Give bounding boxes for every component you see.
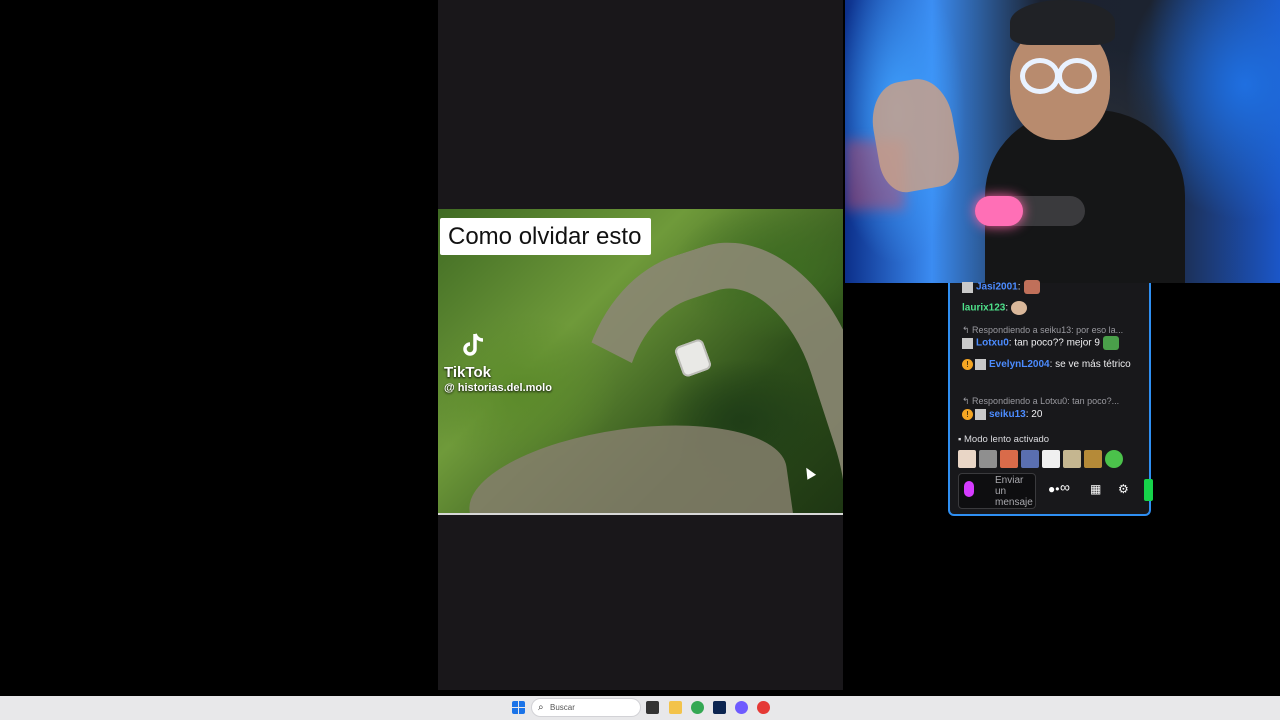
- pepe-emote-icon: [1102, 336, 1119, 350]
- chat-message: Lotxu0: tan poco?? mejor 9: [962, 336, 1143, 351]
- cat-emote-icon: [1011, 301, 1028, 315]
- chat-username[interactable]: Lotxu0: [976, 338, 1009, 349]
- sub-badge-icon: [962, 337, 973, 349]
- chat-username[interactable]: seiku13: [989, 409, 1026, 420]
- viewer-avatars: [958, 450, 1123, 468]
- avatar[interactable]: [1084, 450, 1102, 468]
- chat-message: ! seiku13: 20: [962, 408, 1143, 422]
- chat-message: ! EvelynL2004: se ve más tétrico: [962, 358, 1143, 372]
- photoshop-icon[interactable]: [713, 701, 726, 714]
- tiktok-icon: [463, 333, 484, 356]
- emote-icon: [1023, 280, 1040, 294]
- messenger-icon[interactable]: [735, 701, 748, 714]
- chat-text: : 20: [1025, 409, 1043, 420]
- reply-hint-text: Respondiendo a Lotxu0: tan poco?...: [972, 396, 1120, 406]
- chat-input-row: Enviar un mensaje ●• ∞ ▦ ⚙: [958, 473, 1153, 509]
- chat-panel[interactable]: Jasi2001: laurix123: ↰ Respondiendo a se…: [948, 280, 1153, 516]
- gear-icon[interactable]: ⚙: [1118, 482, 1129, 496]
- chat-message: laurix123:: [962, 301, 1143, 316]
- streamer-cap: [1010, 0, 1115, 45]
- chat-text: : tan poco?? mejor 9: [1008, 337, 1100, 349]
- tiktok-watermark: TikTok @ historias.del.molo: [444, 331, 552, 394]
- avatar[interactable]: [1105, 450, 1123, 468]
- sub-badge-icon: [975, 408, 986, 420]
- taskbar-search-placeholder: Buscar: [550, 703, 575, 712]
- video-caption: Como olvidar esto: [440, 218, 652, 255]
- coin-badge-icon: !: [962, 358, 973, 370]
- chat-username[interactable]: EvelynL2004: [989, 359, 1050, 370]
- sub-badge-icon: [975, 358, 986, 370]
- slow-mode-text: Modo lento activado: [964, 434, 1050, 445]
- chat-text: :: [1017, 281, 1021, 293]
- chat-text: : se ve más tétrico: [1049, 359, 1131, 370]
- reply-hint-text: Respondiendo a seiku13: por eso la...: [972, 325, 1124, 335]
- windows-start-icon[interactable]: [512, 701, 525, 714]
- bits-icon[interactable]: ●•: [1048, 482, 1059, 496]
- microphone-icon[interactable]: [964, 481, 974, 497]
- webcam-overlay: [845, 0, 1280, 283]
- store-icon[interactable]: ▦: [1090, 482, 1101, 496]
- avatar[interactable]: [1042, 450, 1060, 468]
- send-indicator[interactable]: [1144, 479, 1153, 501]
- chat-message: Jasi2001:: [962, 280, 1143, 295]
- taskbar-search[interactable]: ⌕ Buscar: [531, 698, 641, 717]
- file-explorer-icon[interactable]: [669, 701, 682, 714]
- task-view-icon[interactable]: [646, 701, 659, 714]
- video-panel[interactable]: Como olvidar esto TikTok @ historias.del…: [438, 0, 843, 690]
- reply-hint[interactable]: ↰ Respondiendo a Lotxu0: tan poco?...: [962, 394, 1143, 408]
- glasses-left: [1020, 58, 1060, 94]
- app-icon[interactable]: [757, 701, 770, 714]
- avatar[interactable]: [979, 450, 997, 468]
- chrome-icon[interactable]: [691, 701, 704, 714]
- search-icon: ⌕: [538, 702, 544, 713]
- avatar[interactable]: [958, 450, 976, 468]
- tiktok-brand: TikTok: [444, 364, 491, 381]
- tiktok-video[interactable]: Como olvidar esto TikTok @ historias.del…: [438, 209, 843, 515]
- chat-username[interactable]: Jasi2001: [976, 282, 1018, 293]
- slow-mode-notice: ▪ Modo lento activado: [958, 434, 1050, 445]
- microphone-light: [975, 196, 1023, 226]
- glasses-right: [1057, 58, 1097, 94]
- sub-badge-icon: [962, 281, 973, 293]
- left-black-area: [0, 0, 438, 696]
- coin-badge-icon: !: [962, 408, 973, 420]
- reply-hint[interactable]: ↰ Respondiendo a seiku13: por eso la...: [962, 323, 1143, 337]
- chat-text: :: [1005, 302, 1009, 314]
- infinity-icon[interactable]: ∞: [1060, 479, 1070, 495]
- windows-taskbar: ⌕ Buscar: [0, 696, 1280, 720]
- avatar[interactable]: [1063, 450, 1081, 468]
- chat-username[interactable]: laurix123: [962, 303, 1005, 314]
- chat-input-placeholder: Enviar un mensaje: [995, 475, 1033, 508]
- avatar[interactable]: [1000, 450, 1018, 468]
- avatar[interactable]: [1021, 450, 1039, 468]
- tiktok-handle: @ historias.del.molo: [444, 382, 552, 394]
